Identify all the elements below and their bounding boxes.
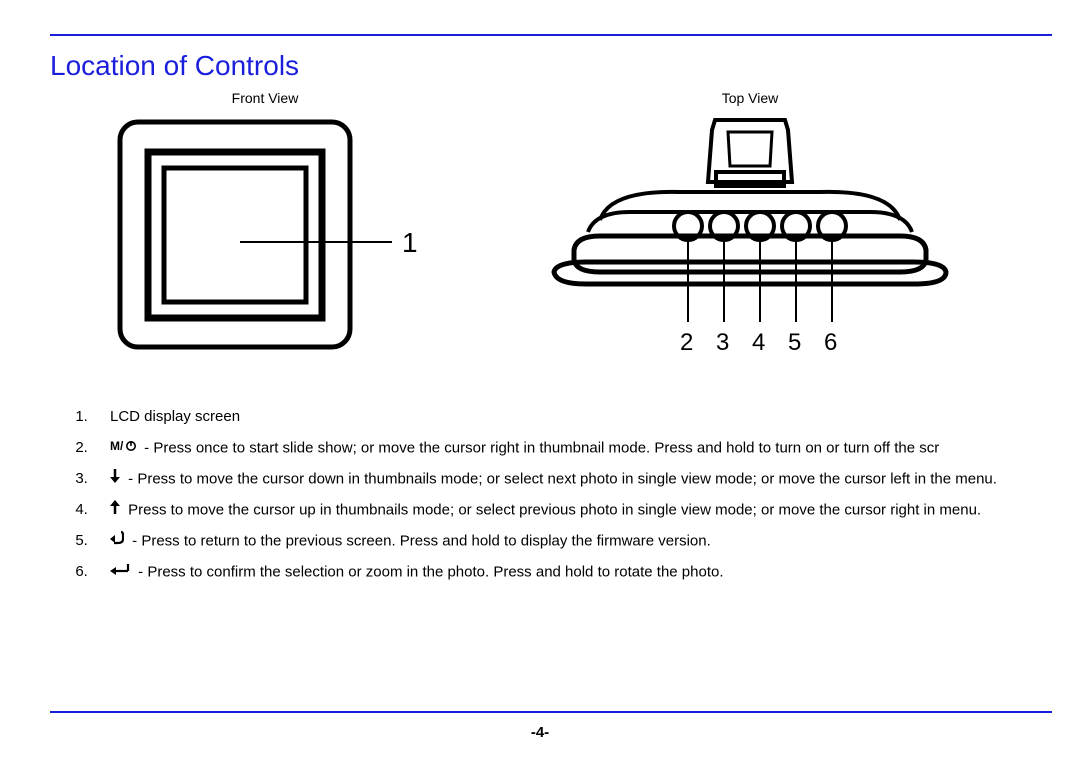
- list-item: LCD display screen: [92, 402, 1052, 433]
- front-view-label: Front View: [232, 90, 299, 106]
- page-title: Location of Controls: [50, 50, 1052, 82]
- enter-icon: [110, 557, 130, 588]
- page-number: -4-: [0, 724, 1080, 741]
- list-item: - Press to confirm the selection or zoom…: [92, 557, 1052, 588]
- svg-text:3: 3: [716, 329, 729, 356]
- controls-list: LCD display screen M/ - Press once to st…: [50, 402, 1052, 588]
- top-view-label: Top View: [722, 90, 779, 106]
- top-view-diagram: 2 3 4 5 6: [540, 112, 960, 372]
- svg-text:5: 5: [788, 329, 801, 356]
- list-item: Press to move the cursor up in thumbnail…: [92, 495, 1052, 526]
- list-item: - Press to return to the previous screen…: [92, 526, 1052, 557]
- arrow-down-icon: [110, 464, 120, 495]
- arrow-up-icon: [110, 495, 120, 526]
- callout-1: 1: [402, 227, 418, 258]
- list-item: - Press to move the cursor down in thumb…: [92, 464, 1052, 495]
- bottom-rule: [50, 711, 1052, 713]
- front-view-diagram: 1: [110, 112, 420, 357]
- svg-text:6: 6: [824, 329, 837, 356]
- svg-text:M/: M/: [110, 440, 124, 452]
- top-rule: [50, 34, 1052, 36]
- back-icon: [110, 526, 124, 557]
- menu-power-icon: M/: [110, 433, 136, 464]
- svg-text:2: 2: [680, 329, 693, 356]
- svg-text:4: 4: [752, 329, 765, 356]
- list-item: M/ - Press once to start slide show; or …: [92, 433, 1052, 464]
